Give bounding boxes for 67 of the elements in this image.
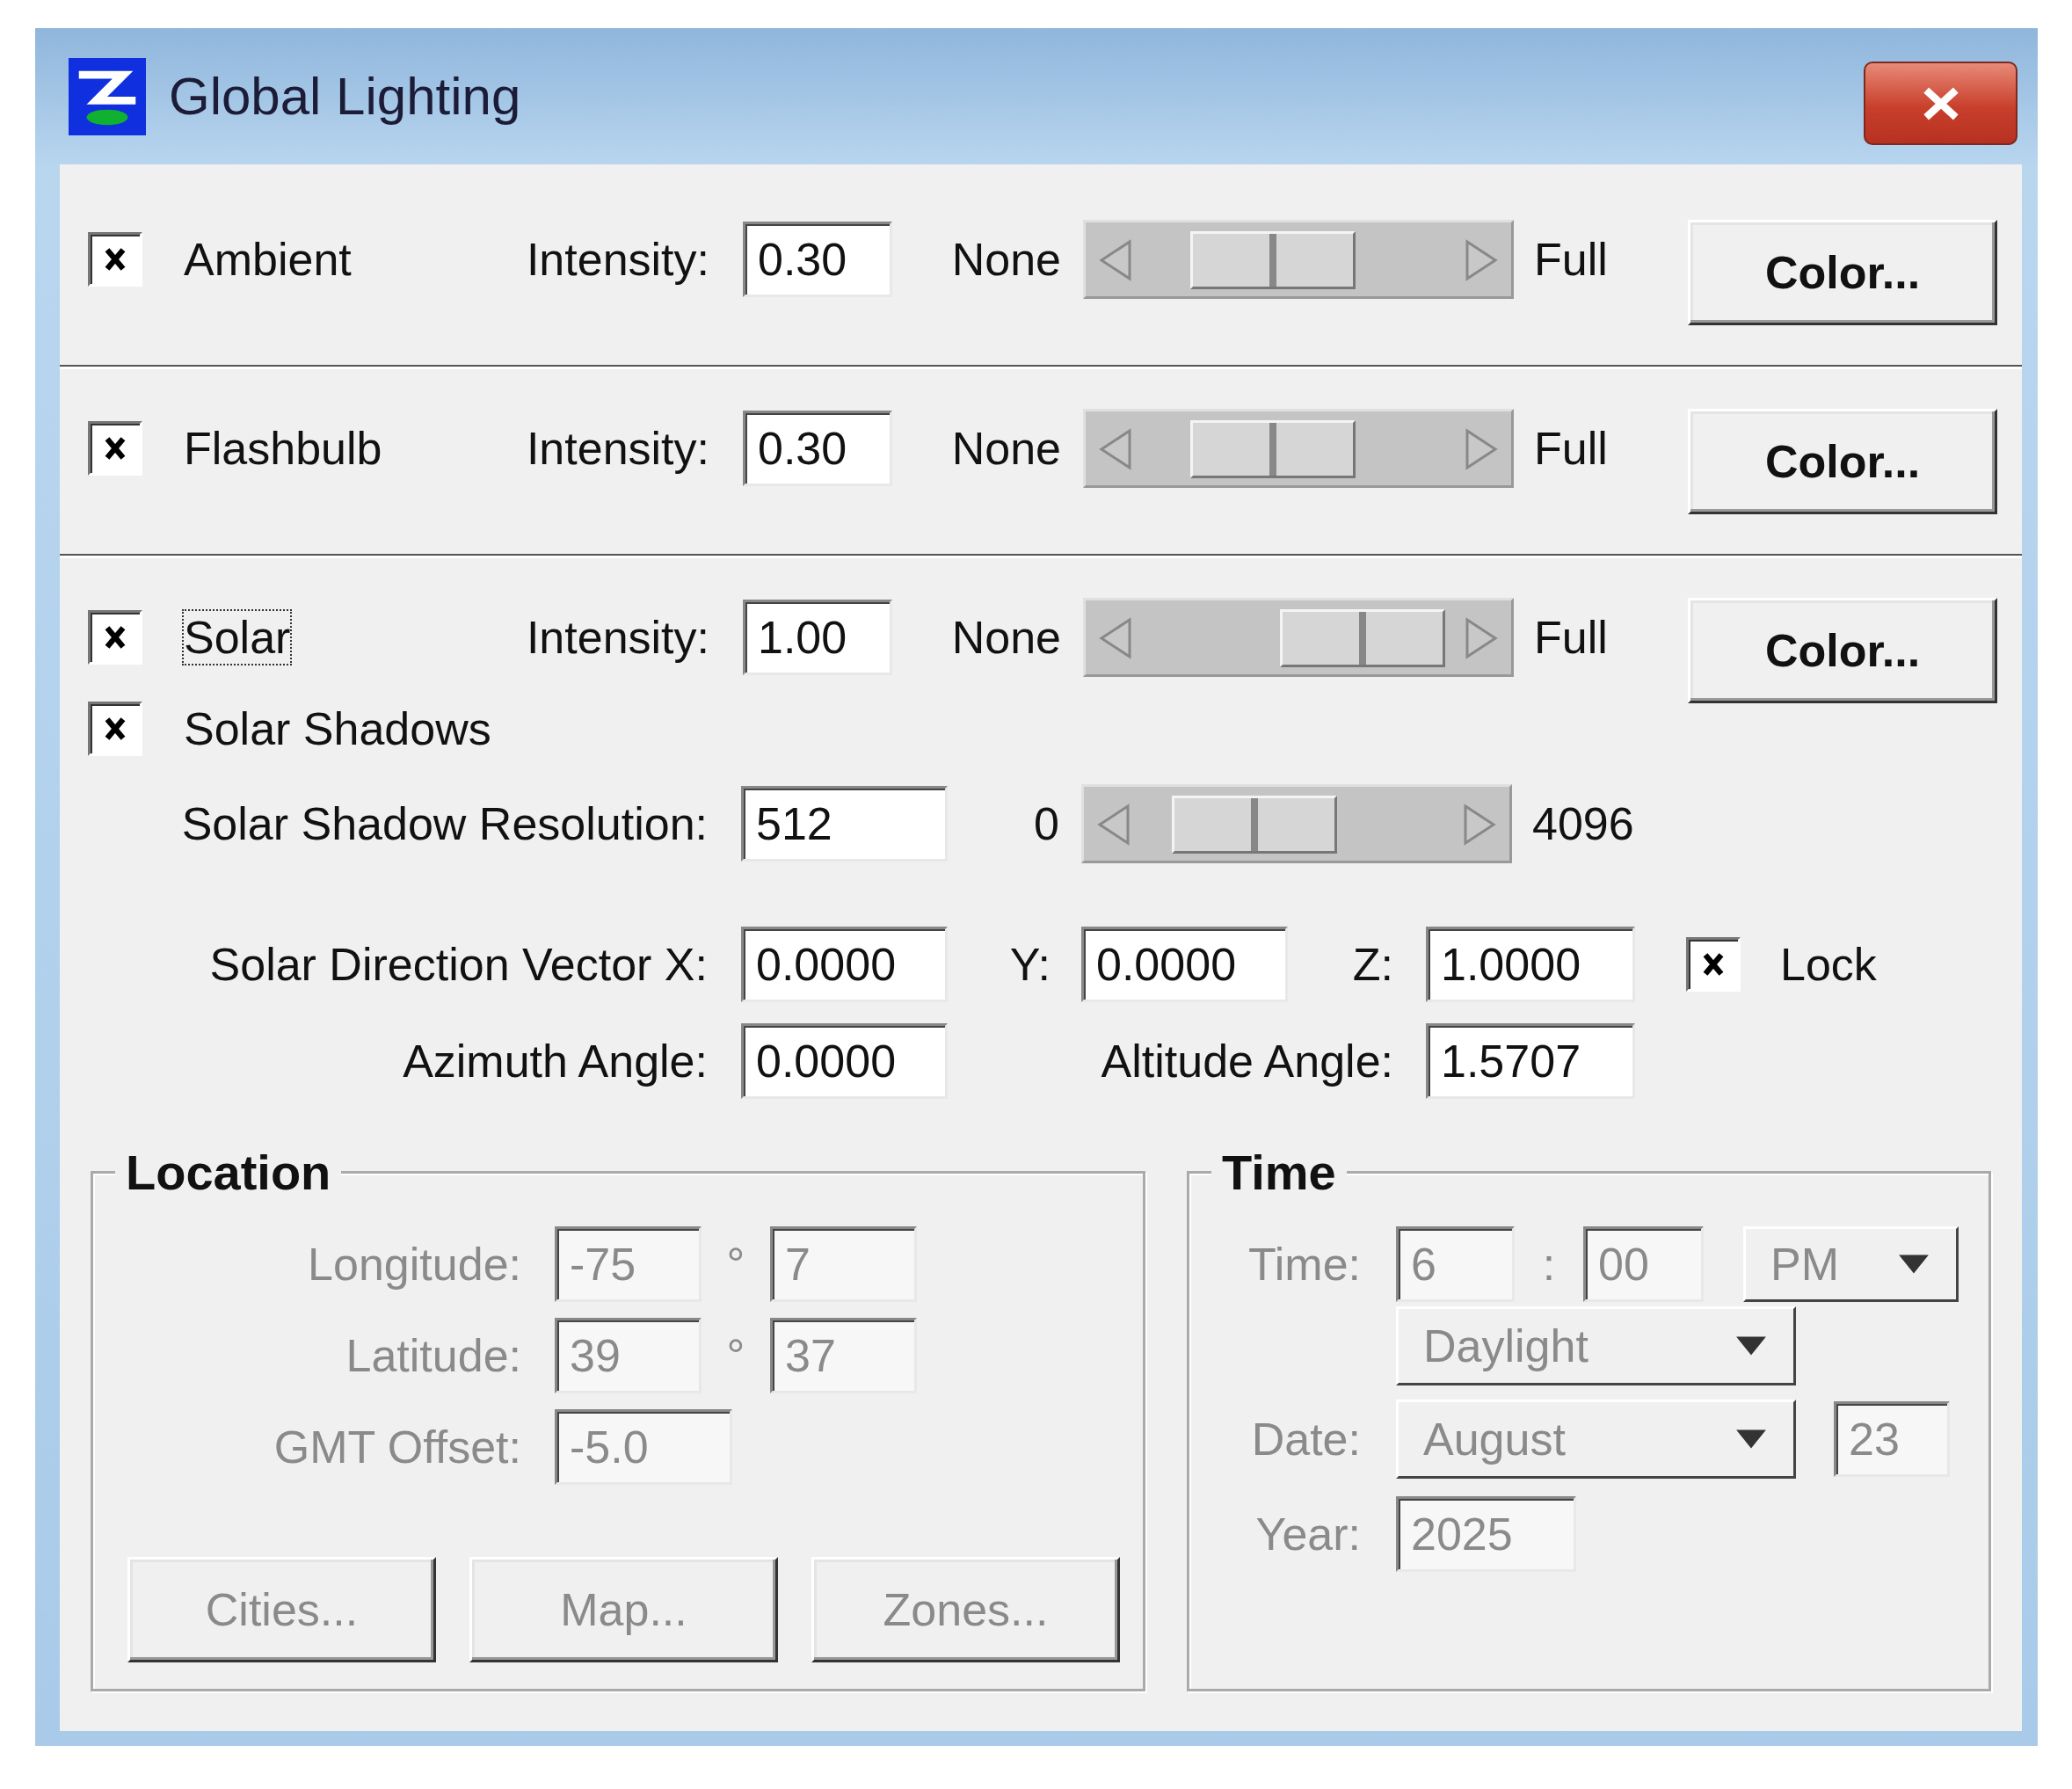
slider[interactable] <box>1081 784 1512 863</box>
degree-sign: ° <box>725 1238 746 1291</box>
left-arrow-icon[interactable] <box>1098 238 1133 282</box>
slider-thumb[interactable] <box>1189 231 1356 289</box>
right-arrow-icon[interactable] <box>1464 616 1499 660</box>
left-arrow-icon[interactable] <box>1098 616 1133 660</box>
slider[interactable] <box>1083 598 1514 677</box>
checkbox[interactable] <box>88 610 142 665</box>
right-arrow-icon[interactable] <box>1464 427 1499 471</box>
left-arrow-icon[interactable] <box>1098 427 1133 471</box>
max-label: 4096 <box>1532 797 1634 850</box>
resolution-label: Solar Shadow Resolution: <box>180 797 708 850</box>
azimuth-field[interactable]: 0.0000 <box>741 1023 948 1099</box>
z-label: Z: <box>1351 938 1393 991</box>
z-field[interactable]: 1.0000 <box>1426 927 1635 1002</box>
checkbox-label[interactable]: Solar Shadows <box>182 701 493 757</box>
checkbox[interactable] <box>88 702 142 756</box>
gmt-label: GMT Offset: <box>273 1421 521 1473</box>
direction-x-label: Solar Direction Vector X: <box>208 938 708 991</box>
degree-sign: ° <box>725 1329 746 1382</box>
checkbox-label[interactable]: Solar <box>182 609 293 665</box>
time-separator: : <box>1541 1238 1557 1291</box>
intensity-label: Intensity: <box>525 611 709 664</box>
color-button[interactable]: Color... <box>1688 220 1997 325</box>
checkbox[interactable] <box>88 421 142 476</box>
checkbox-label[interactable]: Flashbulb <box>182 420 384 476</box>
checkbox[interactable] <box>1686 937 1741 992</box>
intensity-field[interactable]: 1.00 <box>743 600 892 675</box>
min-label: None <box>950 611 1061 664</box>
coordinate-label: Latitude: <box>345 1329 521 1382</box>
x-field[interactable]: 0.0000 <box>741 927 948 1002</box>
intensity-field[interactable]: 0.30 <box>743 411 892 486</box>
y-field[interactable]: 0.0000 <box>1081 927 1288 1002</box>
y-label: Y: <box>1008 938 1051 991</box>
checkbox[interactable] <box>88 232 142 287</box>
max-label: Full <box>1534 422 1609 475</box>
close-button[interactable] <box>1864 62 2017 145</box>
slider-thumb[interactable] <box>1279 609 1445 667</box>
year-label: Year: <box>1254 1508 1361 1560</box>
altitude-label: Altitude Angle: <box>1100 1035 1393 1087</box>
right-arrow-icon[interactable] <box>1464 238 1499 282</box>
color-button[interactable]: Color... <box>1688 598 1997 703</box>
coordinate-label: Longitude: <box>307 1238 521 1291</box>
intensity-label: Intensity: <box>525 233 709 286</box>
window-title: Global Lighting <box>169 66 521 127</box>
intensity-field[interactable]: 0.30 <box>743 222 892 297</box>
slider-thumb[interactable] <box>1171 796 1337 854</box>
min-label: None <box>950 422 1061 475</box>
color-button[interactable]: Color... <box>1688 409 1997 514</box>
slider[interactable] <box>1083 409 1514 488</box>
intensity-label: Intensity: <box>525 422 709 475</box>
altitude-field[interactable]: 1.5707 <box>1426 1023 1635 1099</box>
min-label: 0 <box>1033 797 1059 850</box>
date-label: Date: <box>1250 1413 1361 1465</box>
max-label: Full <box>1534 233 1609 286</box>
checkbox-label[interactable]: Lock <box>1780 938 1877 991</box>
max-label: Full <box>1534 611 1609 664</box>
checkbox-label[interactable]: Ambient <box>182 231 353 287</box>
app-icon <box>69 57 146 135</box>
right-arrow-icon[interactable] <box>1462 803 1497 847</box>
min-label: None <box>950 233 1061 286</box>
azimuth-label: Azimuth Angle: <box>402 1035 708 1087</box>
resolution-field[interactable]: 512 <box>741 786 948 862</box>
slider-thumb[interactable] <box>1189 420 1356 478</box>
slider[interactable] <box>1083 220 1514 299</box>
time-label: Time: <box>1247 1238 1361 1291</box>
left-arrow-icon[interactable] <box>1096 803 1131 847</box>
